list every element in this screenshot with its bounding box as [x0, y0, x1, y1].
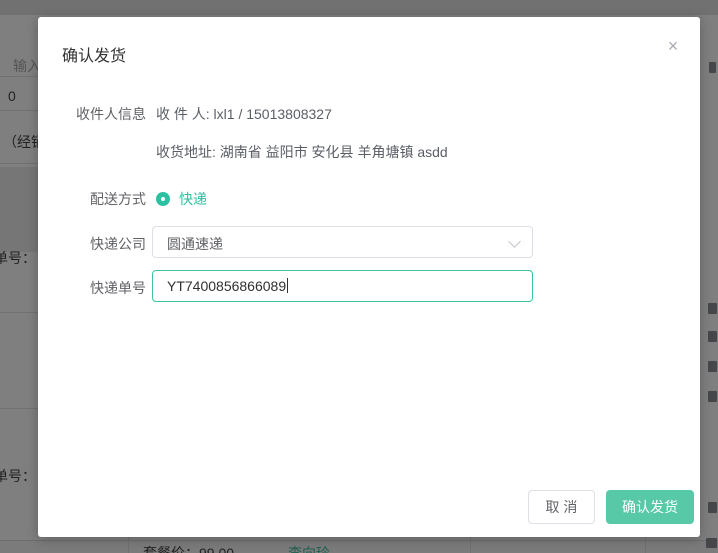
app-window: 输入 0 （经销商 单号： 单号： 套餐价：99.00 李向玲 确认发货 ×	[0, 0, 718, 553]
delivery-express-radio[interactable]: 快递	[156, 189, 207, 209]
delivery-express-option-label[interactable]: 快递	[179, 189, 207, 209]
cancel-button[interactable]: 取 消	[528, 490, 595, 524]
express-company-label: 快递公司	[62, 234, 146, 254]
confirm-shipment-dialog: 确认发货 × 收件人信息 收 件 人: lxl1 / 15013808327 收…	[38, 17, 700, 537]
recipient-info-label: 收件人信息	[62, 104, 146, 124]
express-company-select[interactable]: 圆通速递	[152, 226, 533, 258]
confirm-shipment-button[interactable]: 确认发货	[606, 490, 694, 524]
recipient-person-value: 收 件 人: lxl1 / 15013808327	[156, 104, 332, 124]
tracking-number-input[interactable]: YT7400856866089	[152, 270, 533, 302]
chevron-down-icon	[508, 235, 521, 248]
recipient-address-value: 收货地址: 湖南省 益阳市 安化县 羊角塘镇 asdd	[156, 142, 448, 162]
express-company-selected-value: 圆通速递	[167, 234, 223, 254]
dialog-title: 确认发货	[62, 42, 126, 66]
close-icon[interactable]: ×	[662, 35, 684, 57]
text-caret	[287, 278, 288, 293]
tracking-number-value: YT7400856866089	[167, 278, 286, 294]
tracking-number-label: 快递单号	[62, 278, 146, 298]
radio-selected-icon[interactable]	[156, 192, 170, 206]
delivery-method-label: 配送方式	[62, 189, 146, 209]
